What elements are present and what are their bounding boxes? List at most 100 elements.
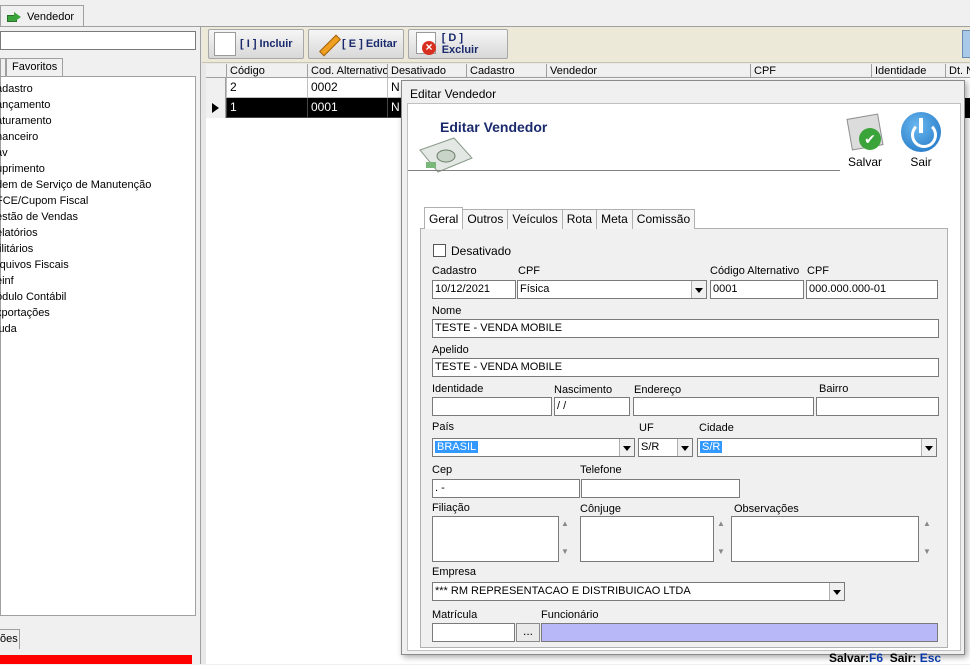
col-vendedor[interactable]: Vendedor <box>546 64 750 78</box>
tree-item[interactable]: FCE/Cupom Fiscal <box>0 193 88 209</box>
header-divider <box>408 170 840 171</box>
sair-button[interactable]: Sair <box>898 112 944 169</box>
tree-item[interactable]: einf <box>0 273 14 289</box>
cod-alt-field[interactable]: 0001 <box>710 280 804 299</box>
cidade-select[interactable]: S/R <box>697 438 937 457</box>
uf-value: S/R <box>641 441 660 453</box>
funcionario-lookup-button[interactable]: ... <box>516 623 540 642</box>
tree-item[interactable]: rquivos Fiscais <box>0 257 69 273</box>
power-icon <box>901 112 941 152</box>
tree-item[interactable]: av <box>0 145 8 161</box>
save-shortcut-text: Salvar: <box>829 651 870 665</box>
grid-header: Código Cod. Alternativo Desativado Cadas… <box>206 64 970 78</box>
nome-label: Nome <box>432 305 462 317</box>
chevron-down-icon[interactable] <box>691 281 706 298</box>
filiacao-textarea[interactable] <box>432 516 559 562</box>
cell-codigo: 1 <box>226 98 307 118</box>
cpf-field[interactable]: 000.000.000-01 <box>806 280 938 299</box>
nome-field[interactable]: TESTE - VENDA MOBILE <box>432 319 939 338</box>
apelido-label: Apelido <box>432 344 469 356</box>
tab-bottom[interactable]: ões <box>0 629 20 649</box>
endereco-label: Endereço <box>634 384 682 396</box>
observacoes-textarea[interactable] <box>731 516 919 562</box>
matricula-field[interactable] <box>432 623 515 642</box>
chevron-down-icon[interactable] <box>921 439 936 456</box>
toolbar: [ I ] Incluir [ E ] Editar [ D ] Excluir <box>202 27 970 63</box>
tab-favoritos[interactable]: Favoritos <box>6 58 64 76</box>
filiacao-label: Filiação <box>432 502 470 514</box>
conjuge-textarea[interactable] <box>580 516 714 562</box>
scroll-up-icon[interactable]: ▲ <box>923 519 935 528</box>
nascimento-label: Nascimento <box>554 384 613 396</box>
tree-item[interactable]: xportações <box>0 305 50 321</box>
tree-item[interactable]: aturamento <box>0 113 52 129</box>
bairro-label: Bairro <box>819 383 849 395</box>
empresa-select[interactable]: *** RM REPRESENTACAO E DISTRIBUICAO LTDA <box>432 582 845 601</box>
desativado-checkbox[interactable] <box>433 244 446 257</box>
endereco-field[interactable] <box>633 397 814 416</box>
tree-item[interactable]: dem de Serviço de Manutenção <box>0 177 151 193</box>
col-desativado[interactable]: Desativado <box>387 64 466 78</box>
conjuge-label: Cônjuge <box>580 503 621 515</box>
dialog-tabs: Geral Outros Veículos Rota Meta Comissão <box>424 207 696 229</box>
tree-item[interactable]: ódulo Contábil <box>0 289 66 305</box>
identidade-field[interactable] <box>432 397 552 416</box>
col-identidade[interactable]: Identidade <box>871 64 945 78</box>
nascimento-field[interactable]: / / <box>554 397 630 416</box>
tab-panel-geral: Desativado Cadastro 10/12/2021 CPF Físic… <box>420 228 948 648</box>
tree-item[interactable]: juda <box>0 321 17 337</box>
col-cod-alt[interactable]: Cod. Alternativo <box>307 64 387 78</box>
tab-outros[interactable]: Outros <box>462 209 509 229</box>
left-search-input[interactable] <box>0 31 196 50</box>
cpf-type-value: Física <box>520 283 550 295</box>
editar-button[interactable]: [ E ] Editar <box>308 29 404 59</box>
col-codigo[interactable]: Código <box>226 64 307 78</box>
tree-item[interactable]: adastro <box>0 81 33 97</box>
current-row-icon <box>212 103 219 113</box>
chevron-down-icon[interactable] <box>829 583 844 600</box>
tree-item[interactable]: nanceiro <box>0 129 38 145</box>
uf-select[interactable]: S/R <box>638 438 693 457</box>
bairro-field[interactable] <box>816 397 939 416</box>
tab-veiculos[interactable]: Veículos <box>507 209 563 229</box>
tab-rota[interactable]: Rota <box>561 209 598 229</box>
excluir-button[interactable]: [ D ] Excluir <box>408 29 508 59</box>
col-cpf[interactable]: CPF <box>750 64 871 78</box>
tab-meta[interactable]: Meta <box>596 209 633 229</box>
cod-alt-label: Código Alternativo <box>710 265 800 277</box>
tab-bottom-label: ões <box>0 633 18 645</box>
scroll-down-icon[interactable]: ▼ <box>923 547 935 556</box>
left-tabs: Favoritos <box>0 58 64 76</box>
cadastro-field[interactable]: 10/12/2021 <box>432 280 516 299</box>
tab-geral[interactable]: Geral <box>424 207 464 229</box>
scroll-down-icon[interactable]: ▼ <box>717 547 729 556</box>
tab-comissao[interactable]: Comissão <box>631 209 696 229</box>
uf-label: UF <box>639 422 654 434</box>
scroll-up-icon[interactable]: ▲ <box>717 519 729 528</box>
pais-select[interactable]: BRASIL <box>432 438 635 457</box>
scroll-up-icon[interactable]: ▲ <box>561 519 573 528</box>
tree-item[interactable]: estão de Vendas <box>0 209 78 225</box>
col-cadastro[interactable]: Cadastro <box>466 64 546 78</box>
apelido-field[interactable]: TESTE - VENDA MOBILE <box>432 358 939 377</box>
menu-tree: adastro ançamento aturamento nanceiro av… <box>0 76 196 616</box>
tree-item[interactable]: tilitários <box>0 241 33 257</box>
scroll-down-icon[interactable]: ▼ <box>561 547 573 556</box>
cep-field[interactable]: . - <box>432 479 580 498</box>
cpf-type-select[interactable]: Física <box>517 280 707 299</box>
incluir-button[interactable]: [ I ] Incluir <box>208 29 304 59</box>
tree-item[interactable]: elatórios <box>0 225 38 241</box>
col-dt-nasc[interactable]: Dt. N <box>945 64 970 78</box>
salvar-button[interactable]: Salvar <box>842 112 888 169</box>
tab-vendedor[interactable]: Vendedor <box>0 5 84 27</box>
chevron-down-icon[interactable] <box>677 439 692 456</box>
cell-cod-alt: 0001 <box>307 98 387 118</box>
toolbar-extra-icon[interactable] <box>962 30 970 58</box>
chevron-down-icon[interactable] <box>619 439 634 456</box>
telefone-field[interactable] <box>581 479 740 498</box>
tree-item[interactable]: ançamento <box>0 97 50 113</box>
funcionario-field[interactable] <box>541 623 938 642</box>
exit-shortcut-key: Esc <box>919 651 942 665</box>
pais-label: País <box>432 421 455 433</box>
tree-item[interactable]: uprimento <box>0 161 45 177</box>
